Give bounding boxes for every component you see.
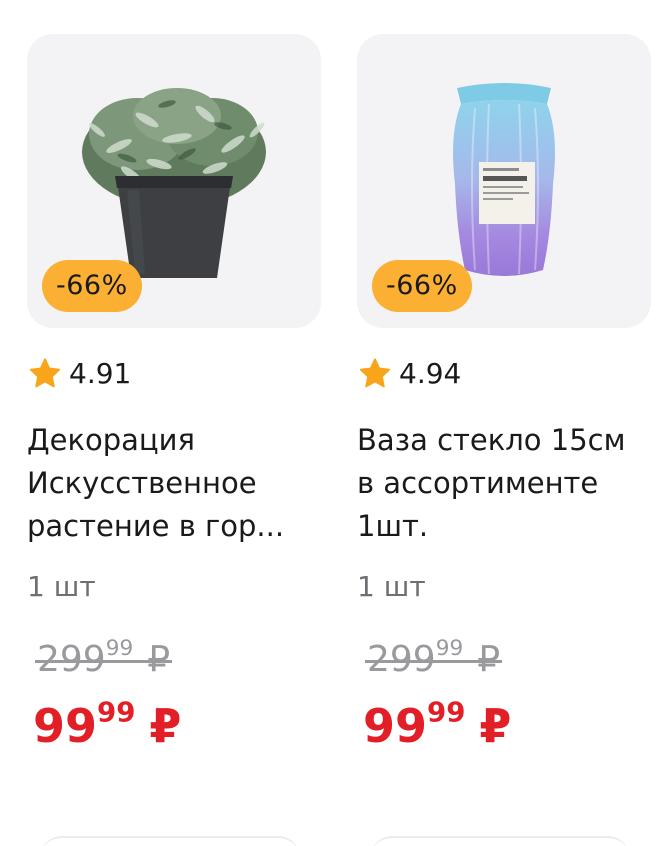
product-title-line: Искусственное (27, 466, 257, 500)
product-unit: 1 шт (27, 570, 96, 603)
product-title-line: Ваза стекло 15см (357, 423, 626, 457)
strikethrough-line (365, 660, 503, 663)
new-price-currency: ₽ (479, 699, 512, 753)
rating-value: 4.94 (399, 357, 462, 390)
star-icon (359, 358, 391, 388)
discount-badge: -66% (42, 260, 142, 312)
product-card[interactable]: -66% 4.91 Декорация Искусственное растен… (27, 34, 321, 753)
old-price: 29999₽ (365, 635, 503, 682)
product-card[interactable]: -66% 4.94 Ваза стекло 15см в ассортимент… (357, 34, 651, 753)
new-price-fraction: 99 (97, 695, 136, 729)
new-price-currency: ₽ (149, 699, 182, 753)
next-product-card[interactable] (370, 836, 630, 846)
product-title-line: в ассортименте (357, 466, 599, 500)
new-price: 9999 ₽ (363, 698, 511, 754)
rating: 4.94 (357, 356, 461, 392)
product-image-container[interactable]: -66% (357, 34, 651, 328)
product-image-container[interactable]: -66% (27, 34, 321, 328)
new-price: 9999 ₽ (33, 698, 181, 754)
strikethrough-line (35, 660, 173, 663)
new-price-integer: 99 (33, 699, 98, 753)
rating-value: 4.91 (69, 357, 132, 390)
rating: 4.91 (27, 356, 131, 392)
new-price-fraction: 99 (427, 695, 466, 729)
product-title-line: 1шт. (357, 509, 429, 543)
next-product-card[interactable] (40, 836, 300, 846)
discount-badge: -66% (372, 260, 472, 312)
product-title[interactable]: Декорация Искусственное растение в гор..… (27, 419, 327, 548)
old-price-fraction: 99 (435, 635, 464, 661)
new-price-integer: 99 (363, 699, 428, 753)
product-unit: 1 шт (357, 570, 426, 603)
product-title[interactable]: Ваза стекло 15см в ассортименте 1шт. (357, 419, 656, 548)
product-grid: -66% 4.91 Декорация Искусственное растен… (0, 0, 656, 846)
old-price: 29999₽ (35, 635, 173, 682)
star-icon (29, 358, 61, 388)
old-price-fraction: 99 (105, 635, 134, 661)
product-title-line: Декорация (27, 423, 195, 457)
product-title-line: растение в гор... (27, 509, 285, 543)
